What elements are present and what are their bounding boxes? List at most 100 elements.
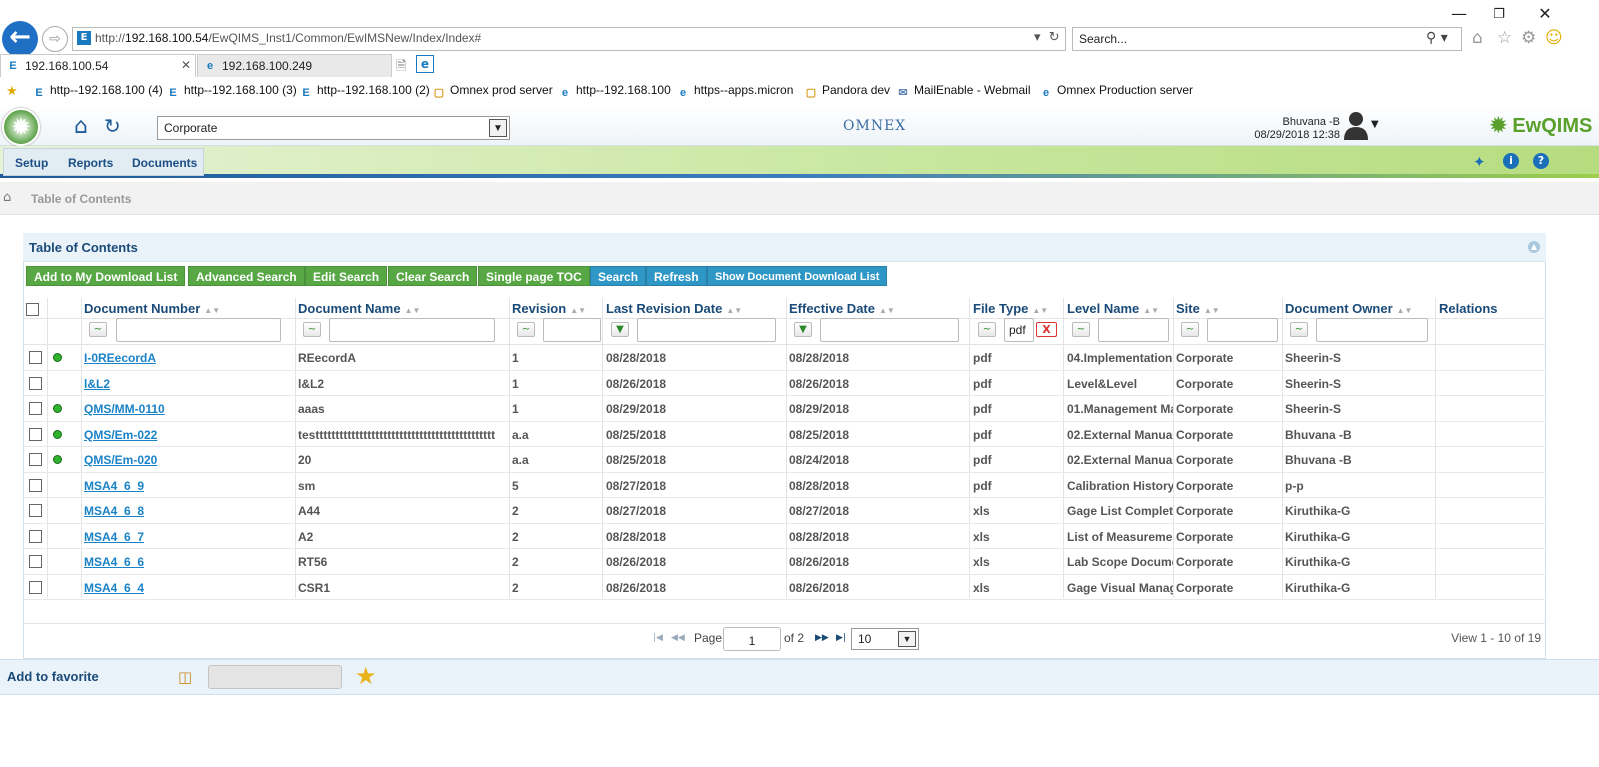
menu-documents[interactable]: Documents [132, 156, 197, 170]
avatar[interactable] [1343, 110, 1369, 140]
filter-funnel-icon[interactable]: ▼ [794, 322, 812, 337]
tree-icon[interactable]: ◫ [178, 668, 192, 686]
home-icon[interactable]: ⌂ [74, 114, 88, 139]
refresh-button[interactable]: Refresh [646, 266, 707, 286]
site-select[interactable]: Corporate ▼ [157, 116, 510, 140]
row-checkbox[interactable] [29, 555, 42, 568]
show-download-list-button[interactable]: Show Document Download List [707, 266, 888, 286]
filter-funnel-icon[interactable]: ▼ [611, 322, 629, 337]
clear-search-button[interactable]: Clear Search [388, 266, 478, 286]
pin-icon[interactable]: ✦ [1473, 153, 1486, 171]
cell-document-number[interactable]: QMS/MM-0110 [84, 402, 289, 416]
address-bar[interactable]: http://192.168.100.54/EwQIMS_Inst1/Commo… [72, 27, 1066, 51]
back-button[interactable]: ← [2, 21, 38, 57]
row-checkbox[interactable] [29, 351, 42, 364]
first-page-icon[interactable]: |◀ [653, 633, 663, 643]
breadcrumb-home-icon[interactable]: ⌂ [3, 190, 11, 205]
cell-document-number[interactable]: QMS/Em-020 [84, 453, 289, 467]
favorite-link[interactable]: ▢ Omnex prod server [432, 83, 553, 100]
filter-operator-icon[interactable]: ~ [1290, 322, 1308, 337]
row-checkbox[interactable] [29, 376, 42, 390]
row-checkbox[interactable] [29, 504, 42, 517]
filter-revision[interactable] [543, 318, 601, 342]
favorite-name-input[interactable] [208, 665, 342, 689]
col-effective-date[interactable]: Effective Date ▲▼ [789, 301, 895, 316]
settings-gear-icon[interactable]: ⚙ [1521, 28, 1536, 48]
filter-operator-icon[interactable]: ~ [1072, 322, 1090, 337]
search-button[interactable]: Search [590, 266, 647, 286]
col-file-type[interactable]: File Type ▲▼ [973, 301, 1048, 316]
single-page-toc-button[interactable]: Single page TOC [478, 266, 590, 286]
restore-icon[interactable]: ❐ [1488, 7, 1510, 22]
filter-document-number[interactable] [116, 318, 281, 342]
filter-effective-date[interactable] [820, 318, 959, 342]
cell-document-number[interactable]: MSA4_6_9 [84, 479, 289, 493]
cell-document-number[interactable]: MSA4_6_8 [84, 504, 289, 518]
smiley-icon[interactable]: ☺ [1545, 28, 1563, 48]
menu-setup[interactable]: Setup [15, 156, 48, 170]
browser-tab[interactable]: e 192.168.100.249 [197, 54, 392, 77]
info-icon[interactable]: i [1503, 153, 1519, 169]
home-icon[interactable]: ⌂ [1472, 28, 1483, 48]
filter-site[interactable] [1207, 318, 1278, 342]
help-icon[interactable]: ? [1533, 153, 1549, 169]
close-window-icon[interactable]: ✕ [1534, 4, 1556, 23]
favorite-link[interactable]: e Omnex Production server [1039, 83, 1193, 100]
col-revision[interactable]: Revision ▲▼ [512, 301, 586, 316]
row-checkbox[interactable] [29, 478, 42, 492]
filter-file-type[interactable]: pdf [1004, 318, 1034, 342]
next-page-icon[interactable]: ▶▶ [815, 633, 829, 643]
row-checkbox[interactable] [29, 453, 42, 466]
row-checkbox[interactable] [29, 580, 42, 594]
forward-button[interactable]: ⇨ [42, 26, 68, 52]
col-site[interactable]: Site ▲▼ [1176, 301, 1220, 316]
select-all-checkbox[interactable] [26, 303, 39, 316]
col-level-name[interactable]: Level Name ▲▼ [1067, 301, 1159, 316]
edit-search-button[interactable]: Edit Search [305, 266, 388, 286]
filter-operator-icon[interactable]: ~ [517, 322, 535, 337]
filter-operator-icon[interactable]: ~ [89, 322, 107, 337]
cell-document-number[interactable]: QMS/Em-022 [84, 428, 289, 442]
filter-level-name[interactable] [1098, 318, 1169, 342]
cell-document-number[interactable]: MSA4_6_4 [84, 581, 289, 595]
favorite-link[interactable]: e https--apps.micron [676, 83, 793, 100]
new-tab-icon[interactable]: 🗎 [396, 57, 406, 79]
favorite-link[interactable]: ▢ Pandora dev [804, 83, 890, 100]
row-checkbox[interactable] [29, 402, 42, 415]
refresh-icon[interactable]: ↻ [104, 114, 121, 138]
browser-tab-active[interactable]: E 192.168.100.54 ✕ [0, 54, 196, 77]
browser-search-input[interactable]: Search... [1072, 27, 1462, 51]
last-page-icon[interactable]: ▶| [836, 633, 846, 643]
tab-close-icon[interactable]: ✕ [181, 58, 191, 72]
favorite-link[interactable]: ✉ MailEnable - Webmail [896, 83, 1030, 100]
cell-document-number[interactable]: l&L2 [84, 377, 289, 391]
page-size-select[interactable]: 10 ▼ [851, 628, 919, 650]
col-document-number[interactable]: Document Number ▲▼ [84, 301, 220, 316]
filter-operator-icon[interactable]: ~ [978, 322, 996, 337]
col-document-name[interactable]: Document Name ▲▼ [298, 301, 420, 316]
prev-page-icon[interactable]: ◀◀ [671, 633, 685, 643]
filter-document-owner[interactable] [1316, 318, 1428, 342]
add-to-download-list-button[interactable]: Add to My Download List [26, 266, 186, 286]
favorite-link[interactable]: Ehttp--192.168.100 (2) [299, 83, 429, 100]
filter-last-revision-date[interactable] [637, 318, 776, 342]
cell-document-number[interactable]: MSA4_6_7 [84, 530, 289, 544]
ie-quick-tab-icon[interactable]: e [416, 55, 434, 73]
menu-reports[interactable]: Reports [68, 156, 113, 170]
page-input[interactable]: 1 [723, 627, 781, 651]
favorite-link[interactable]: e http--192.168.100 [558, 83, 671, 100]
user-menu-caret-icon[interactable]: ▼ [1371, 119, 1379, 130]
col-last-revision-date[interactable]: Last Revision Date ▲▼ [606, 301, 742, 316]
filter-operator-icon[interactable]: ~ [1181, 322, 1199, 337]
row-checkbox[interactable] [29, 427, 42, 441]
filter-document-name[interactable] [329, 318, 495, 342]
favorites-icon[interactable]: ★ [6, 83, 18, 99]
row-checkbox[interactable] [29, 529, 42, 543]
address-tools[interactable]: ▾ ↻ [1034, 30, 1060, 45]
cell-document-number[interactable]: I-0REecordA [84, 351, 289, 365]
cell-document-number[interactable]: MSA4_6_6 [84, 555, 289, 569]
filter-operator-icon[interactable]: ~ [303, 322, 321, 337]
search-icon[interactable]: ⚲ ▾ [1426, 30, 1448, 46]
app-logo-icon[interactable]: ✹ [2, 108, 40, 146]
clear-filter-icon[interactable]: X [1036, 322, 1057, 337]
